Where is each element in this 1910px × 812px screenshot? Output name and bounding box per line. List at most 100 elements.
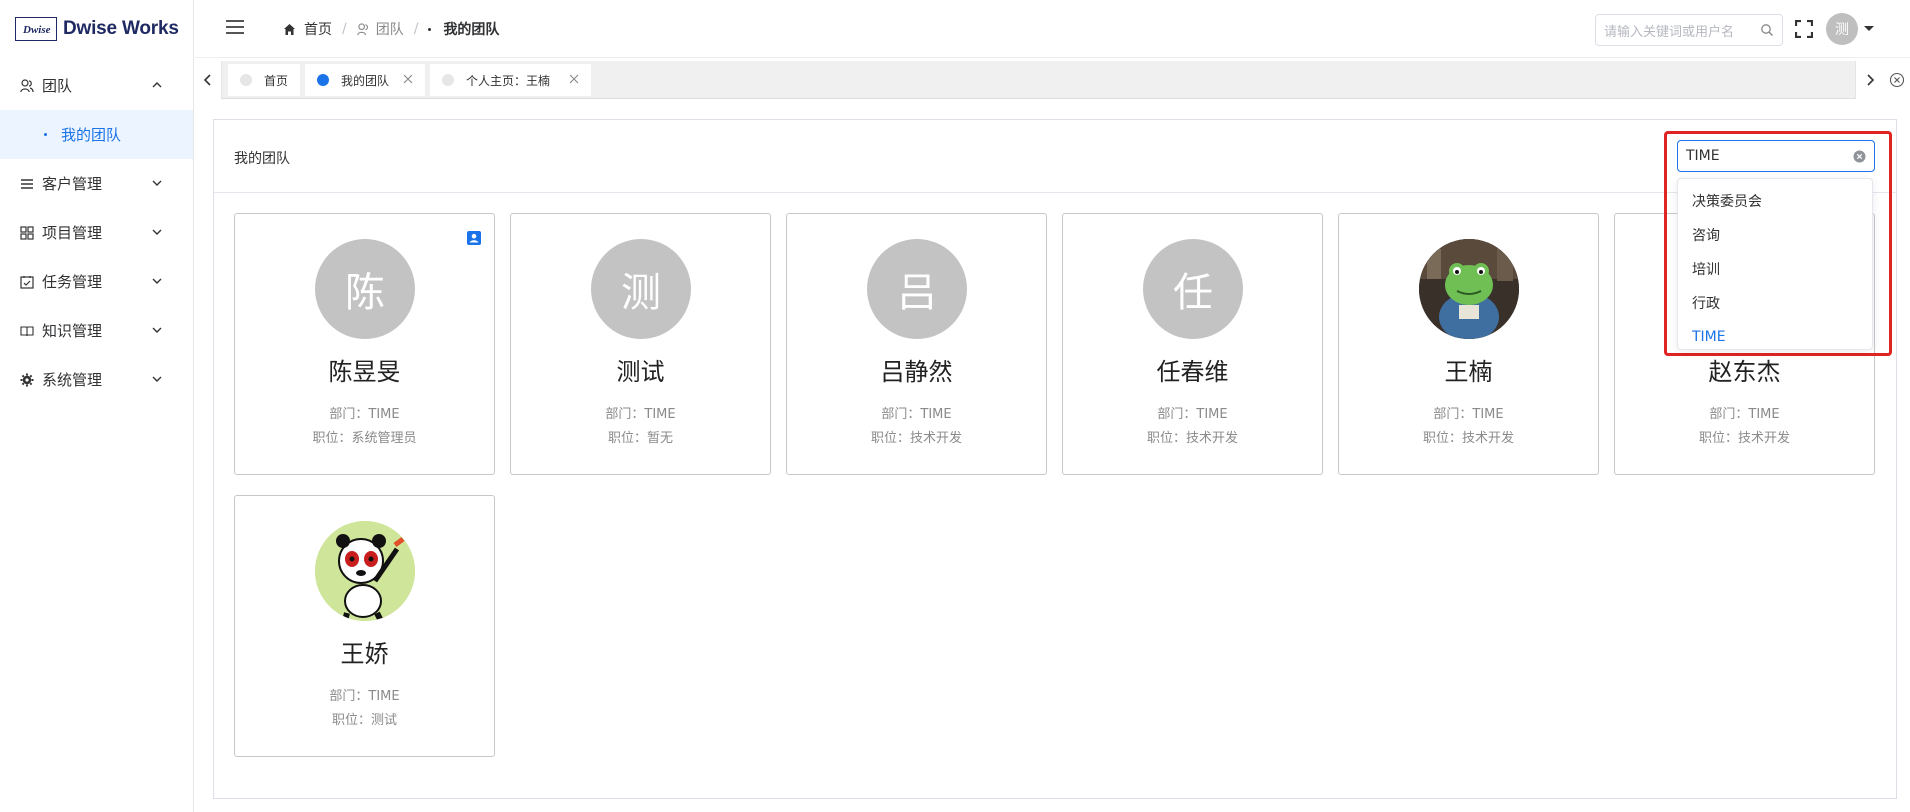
department-dropdown: 决策委员会 咨询 培训 行政 TIME — [1677, 178, 1873, 350]
member-name: 测试 — [616, 358, 665, 386]
team-icon — [20, 78, 34, 93]
member-position: 职位：技术开发 — [1146, 431, 1238, 446]
member-avatar: 测 — [591, 239, 691, 339]
tab-status-dot — [240, 74, 252, 86]
caret-down-icon[interactable] — [1864, 26, 1874, 31]
dropdown-option-selected[interactable]: TIME — [1678, 320, 1872, 354]
sidebar-item-projects[interactable]: 项目管理 — [0, 208, 193, 257]
member-position: 职位：技术开发 — [870, 431, 962, 446]
top-header: 首页 / 团队 / 我的团队 请输入关键词或用户名 测 — [195, 0, 1910, 58]
member-department: 部门：TIME — [1157, 407, 1228, 422]
member-avatar: 陈 — [315, 239, 415, 339]
team-panel: 我的团队 陈 陈昱旻 部门：TIME 职位：系统管理员 测 测试 部门：TIME… — [213, 119, 1897, 799]
logo-name: Dwise Works — [63, 18, 179, 39]
tab-profile-wangnan[interactable]: 个人主页：王楠 — [430, 64, 591, 96]
member-name: 王娇 — [340, 640, 389, 668]
sidebar-item-team[interactable]: 团队 — [0, 61, 193, 110]
sidebar: Dwise Dwise Works 团队 我的团队 客户管理 项目管理 任务管理 — [0, 0, 194, 812]
sidebar-item-label: 系统管理 — [42, 371, 103, 389]
close-circle-icon — [1889, 72, 1904, 88]
sidebar-item-customers[interactable]: 客户管理 — [0, 159, 193, 208]
chevron-down-icon — [152, 180, 162, 186]
close-icon[interactable] — [569, 74, 579, 84]
member-avatar-photo — [1419, 239, 1519, 339]
panel-title: 我的团队 — [234, 151, 290, 167]
bullet-dot — [44, 133, 47, 136]
member-name: 赵东杰 — [1708, 358, 1781, 386]
sidebar-item-label: 知识管理 — [42, 322, 103, 340]
member-department: 部门：TIME — [605, 407, 676, 422]
breadcrumb-separator: / — [342, 21, 347, 37]
logo-mark-text: Dwise — [23, 24, 51, 36]
tab-label: 个人主页：王楠 — [466, 73, 551, 88]
tabs-bar: 首页 我的团队 个人主页：王楠 — [195, 61, 1910, 99]
tab-home[interactable]: 首页 — [228, 64, 300, 96]
department-select[interactable]: TIME — [1677, 140, 1875, 172]
member-name: 任春维 — [1156, 358, 1229, 386]
sidebar-item-label: 客户管理 — [42, 175, 103, 193]
close-icon[interactable] — [403, 74, 413, 84]
member-card[interactable]: 陈 陈昱旻 部门：TIME 职位：系统管理员 — [234, 213, 495, 475]
sidebar-item-my-team[interactable]: 我的团队 — [0, 110, 193, 159]
hamburger-menu-icon[interactable] — [225, 18, 245, 36]
member-name: 吕静然 — [880, 358, 953, 386]
dropdown-option[interactable]: 咨询 — [1678, 218, 1872, 252]
bullet-dot — [428, 27, 432, 31]
global-search-input[interactable]: 请输入关键词或用户名 — [1595, 14, 1783, 46]
chevron-down-icon — [152, 278, 162, 284]
chevron-down-icon — [152, 376, 162, 382]
search-placeholder: 请输入关键词或用户名 — [1604, 24, 1735, 40]
user-avatar[interactable]: 测 — [1826, 13, 1858, 45]
sidebar-item-label: 项目管理 — [42, 224, 103, 242]
sidebar-item-label: 团队 — [42, 77, 73, 95]
member-card[interactable]: 王娇 部门：TIME 职位：测试 — [234, 495, 495, 757]
dropdown-option[interactable]: 培训 — [1678, 252, 1872, 286]
breadcrumb-separator: / — [413, 21, 419, 37]
member-department: 部门：TIME — [1433, 407, 1504, 422]
sidebar-item-knowledge[interactable]: 知识管理 — [0, 306, 193, 355]
member-avatar: 吕 — [867, 239, 967, 339]
member-card[interactable]: 王楠 部门：TIME 职位：技术开发 — [1338, 213, 1599, 475]
dropdown-option[interactable]: 决策委员会 — [1678, 184, 1872, 218]
tab-status-dot — [317, 74, 329, 86]
logo[interactable]: Dwise Dwise Works — [0, 0, 193, 58]
member-position: 职位：系统管理员 — [312, 431, 417, 446]
fullscreen-icon[interactable] — [1795, 20, 1813, 38]
tab-my-team[interactable]: 我的团队 — [305, 64, 425, 96]
member-name: 王楠 — [1444, 358, 1493, 386]
sidebar-item-tasks[interactable]: 任务管理 — [0, 257, 193, 306]
sidebar-item-system[interactable]: 系统管理 — [0, 355, 193, 404]
chevron-up-icon — [152, 82, 162, 88]
tab-label: 首页 — [264, 73, 289, 88]
list-icon — [20, 177, 34, 191]
contact-card-icon[interactable] — [466, 230, 482, 246]
clear-icon[interactable] — [1853, 150, 1866, 163]
chevron-left-icon — [203, 74, 211, 86]
breadcrumb-current: 我的团队 — [443, 22, 500, 38]
close-all-tabs-button[interactable] — [1883, 61, 1910, 99]
tabs-scroll-left[interactable] — [195, 61, 222, 99]
tabs-scroll-right[interactable] — [1855, 61, 1883, 99]
chevron-down-icon — [152, 327, 162, 333]
panda-cartoon-image — [315, 521, 415, 621]
dropdown-option[interactable]: 行政 — [1678, 286, 1872, 320]
task-icon — [20, 275, 34, 289]
search-icon[interactable] — [1760, 23, 1774, 37]
breadcrumb-team[interactable]: 团队 — [376, 19, 404, 39]
member-position: 职位：技术开发 — [1422, 431, 1514, 446]
member-department: 部门：TIME — [881, 407, 952, 422]
member-card[interactable]: 任 任春维 部门：TIME 职位：技术开发 — [1062, 213, 1323, 475]
member-card[interactable]: 吕 吕静然 部门：TIME 职位：技术开发 — [786, 213, 1047, 475]
divider — [214, 192, 1896, 193]
grid-icon — [20, 225, 34, 240]
team-icon — [356, 22, 368, 35]
breadcrumb-home[interactable]: 首页 — [304, 19, 332, 39]
gear-icon — [20, 373, 34, 387]
chevron-right-icon — [1866, 74, 1874, 86]
member-name: 陈昱旻 — [328, 358, 401, 386]
logo-mark: Dwise — [15, 17, 57, 41]
department-select-value: TIME — [1686, 148, 1720, 164]
member-card[interactable]: 测 测试 部门：TIME 职位：暂无 — [510, 213, 771, 475]
chevron-down-icon — [152, 229, 162, 235]
book-icon — [20, 324, 34, 338]
